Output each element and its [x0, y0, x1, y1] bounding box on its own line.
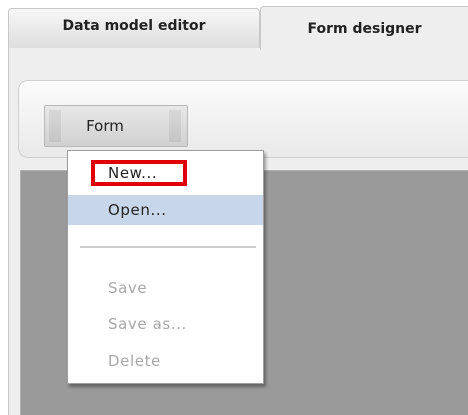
- menu-item-save: Save: [68, 273, 263, 303]
- tab-data-model-editor[interactable]: Data model editor: [8, 8, 260, 48]
- tab-form-designer[interactable]: Form designer: [260, 6, 468, 50]
- tab-label: Form designer: [307, 20, 422, 37]
- tab-label: Data model editor: [62, 17, 206, 34]
- menu-separator: [80, 246, 256, 248]
- menu-item-label: Delete: [108, 352, 161, 370]
- highlight-box: [91, 160, 187, 186]
- menu-item-label: Open...: [108, 201, 167, 219]
- form-menu-button-label: Form: [86, 117, 124, 135]
- tab-strip: Data model editor Form designer: [0, 0, 468, 50]
- menu-item-label: Save as...: [108, 315, 187, 333]
- menu-item-save-as: Save as...: [68, 309, 263, 339]
- form-menu-button[interactable]: Form: [44, 105, 188, 147]
- menu-item-label: Save: [108, 279, 148, 297]
- button-right-cap: [169, 110, 181, 142]
- menu-item-delete: Delete: [68, 346, 263, 376]
- button-left-cap: [49, 110, 61, 142]
- menu-item-open[interactable]: Open...: [68, 195, 263, 225]
